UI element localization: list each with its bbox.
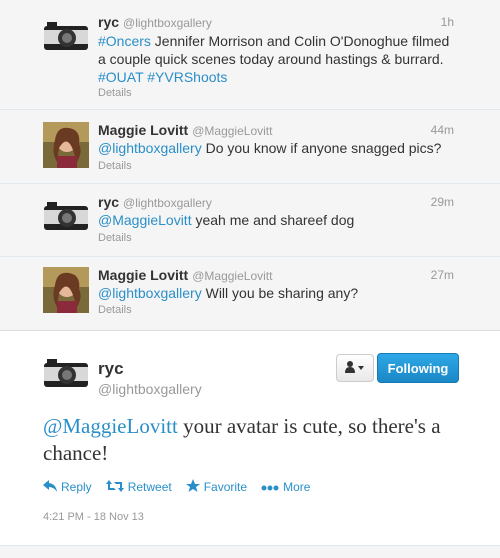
main-tweet: ryc @lightboxgallery Following @MaggieLo… [0,330,500,546]
details-link[interactable]: Details [98,87,132,99]
tweet-author[interactable]: ryc @lightboxgallery [98,14,212,30]
tweet-time[interactable]: 1h [441,15,454,29]
tweet-text: @MaggieLovitt yeah me and shareef dog [98,212,355,228]
tweet-author[interactable]: ryc @lightboxgallery [98,194,212,210]
tweet-time[interactable]: 27m [431,268,454,282]
mention-link[interactable]: @MaggieLovitt [98,212,192,228]
tweet-text: @lightboxgallery Will you be sharing any… [98,285,359,301]
camera-avatar[interactable] [43,22,89,68]
tweet-timestamp[interactable]: 4:21 PM - 18 Nov 13 [43,511,144,523]
following-button[interactable]: Following [377,353,459,383]
user-menu-button[interactable] [336,354,374,382]
person-avatar[interactable] [43,267,89,313]
details-link[interactable]: Details [98,304,132,316]
mention-link[interactable]: @lightboxgallery [98,285,202,301]
main-tweet-text: @MaggieLovitt your avatar is cute, so th… [43,414,441,465]
main-tweet-handle[interactable]: @lightboxgallery [98,381,202,397]
tweet-actions: Reply Retweet Favorite More [43,479,310,495]
tweet-handle[interactable]: @MaggieLovitt [192,269,272,283]
reply-button[interactable]: Reply [43,479,92,495]
user-menu-icon [345,360,365,376]
conversation-tweet[interactable]: Maggie Lovitt @MaggieLovitt 44m @lightbox… [0,110,500,184]
tweet-text: #Oncers Jennifer Morrison and Colin O'Do… [98,33,450,85]
person-avatar[interactable] [43,122,89,168]
main-tweet-author[interactable]: ryc [98,359,124,379]
retweet-button[interactable]: Retweet [105,479,172,495]
conversation-thread: ryc @lightboxgallery 1h #Oncers Jennifer … [0,0,500,330]
conversation-tweet[interactable]: ryc @lightboxgallery 29m @MaggieLovitt ye… [0,184,500,257]
tweet-time[interactable]: 44m [431,123,454,137]
mention-link[interactable]: @MaggieLovitt [43,414,178,438]
more-dots-icon [261,480,279,494]
more-button[interactable]: More [261,480,310,494]
conversation-tweet[interactable]: ryc @lightboxgallery 1h #Oncers Jennifer … [0,0,500,110]
tweet-handle[interactable]: @MaggieLovitt [192,124,272,138]
tweet-text: @lightboxgallery Do you know if anyone s… [98,140,442,156]
conversation-tweet[interactable]: Maggie Lovitt @MaggieLovitt 27m @lightbox… [0,257,500,330]
details-link[interactable]: Details [98,160,132,172]
camera-avatar[interactable] [43,359,89,405]
tweet-time[interactable]: 29m [431,195,454,209]
details-link[interactable]: Details [98,232,132,244]
footer-strip [0,545,500,558]
tweet-author[interactable]: Maggie Lovitt @MaggieLovitt [98,122,272,138]
tweet-handle[interactable]: @lightboxgallery [123,16,212,30]
hashtag-link[interactable]: #Oncers [98,33,151,49]
favorite-button[interactable]: Favorite [185,479,247,495]
mention-link[interactable]: @lightboxgallery [98,140,202,156]
tweet-handle[interactable]: @lightboxgallery [123,196,212,210]
camera-avatar[interactable] [43,202,89,248]
reply-icon [43,479,57,495]
star-icon [185,479,200,495]
hashtag-link[interactable]: #OUAT #YVRShoots [98,69,227,85]
retweet-icon [105,479,124,495]
tweet-author[interactable]: Maggie Lovitt @MaggieLovitt [98,267,272,283]
